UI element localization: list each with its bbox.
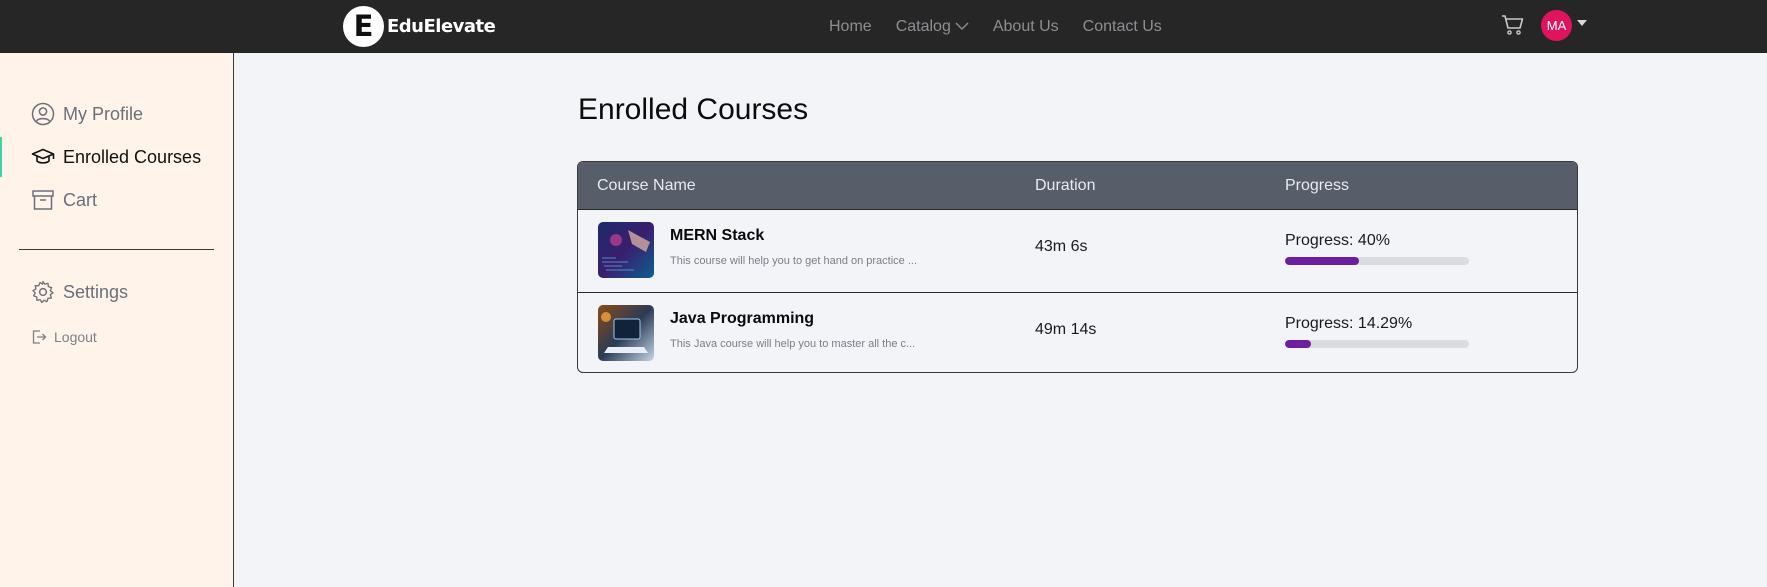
sidebar-item-label: Cart xyxy=(63,189,98,210)
course-name[interactable]: MERN Stack xyxy=(670,227,764,245)
brand-logo[interactable]: E EduElevate xyxy=(343,5,496,47)
caret-down-icon[interactable] xyxy=(1577,20,1587,26)
gear-icon xyxy=(31,280,55,304)
nav-about-link[interactable]: About Us xyxy=(993,18,1059,36)
nav-links: Home Catalog About Us Contact Us xyxy=(829,0,1186,53)
nav-catalog-label: Catalog xyxy=(895,17,951,35)
sidebar: My Profile Enrolled Courses Cart Setting… xyxy=(0,53,234,587)
user-avatar[interactable]: MA xyxy=(1541,10,1572,41)
course-description: This Java course will help you to master… xyxy=(670,338,916,350)
progress-label: Progress: 14.29% xyxy=(1285,315,1413,332)
sidebar-item-cart[interactable]: Cart xyxy=(0,180,233,220)
course-name[interactable]: Java Programming xyxy=(670,310,814,328)
sidebar-divider xyxy=(19,249,214,250)
user-circle-icon xyxy=(31,102,55,126)
logout-button[interactable]: Logout xyxy=(31,325,97,349)
progress-label: Progress: 40% xyxy=(1285,232,1390,249)
graduation-cap-icon xyxy=(31,145,55,169)
enrolled-courses-table: Course Name Duration Progress MERN Stack… xyxy=(577,161,1578,373)
logout-icon xyxy=(32,330,47,344)
course-thumbnail[interactable] xyxy=(598,222,654,278)
table-header: Course Name Duration Progress xyxy=(578,162,1577,210)
sidebar-item-label: Settings xyxy=(63,281,129,302)
progress-bar xyxy=(1285,257,1469,265)
sidebar-item-my-profile[interactable]: My Profile xyxy=(0,94,233,134)
course-duration: 49m 14s xyxy=(1035,321,1097,338)
top-navbar: E EduElevate Home Catalog About Us Conta… xyxy=(0,0,1767,53)
archive-box-icon xyxy=(31,188,55,212)
course-thumbnail[interactable] xyxy=(598,305,654,361)
progress-bar xyxy=(1285,340,1469,348)
course-duration: 43m 6s xyxy=(1035,238,1088,255)
chevron-down-icon xyxy=(955,22,969,30)
nav-catalog-link[interactable]: Catalog xyxy=(896,18,969,36)
course-description: This course will help you to get hand on… xyxy=(670,255,918,267)
progress-bar-fill xyxy=(1285,257,1359,265)
brand-name: EduElevate xyxy=(387,15,496,37)
nav-home-link[interactable]: Home xyxy=(829,18,872,36)
column-header-course-name: Course Name xyxy=(597,177,696,194)
cart-icon[interactable] xyxy=(1501,13,1525,37)
sidebar-item-enrolled-courses[interactable]: Enrolled Courses xyxy=(0,137,233,177)
sidebar-item-settings[interactable]: Settings xyxy=(0,272,233,312)
sidebar-item-label: My Profile xyxy=(63,103,144,124)
page-title: Enrolled Courses xyxy=(578,93,809,126)
logout-label: Logout xyxy=(54,329,97,345)
column-header-duration: Duration xyxy=(1035,177,1096,194)
logo-mark: E xyxy=(343,5,384,47)
table-row[interactable]: Java Programming This Java course will h… xyxy=(578,292,1577,372)
column-header-progress: Progress xyxy=(1285,177,1350,194)
progress-bar-fill xyxy=(1285,340,1312,348)
nav-contact-link[interactable]: Contact Us xyxy=(1083,18,1162,36)
table-row[interactable]: MERN Stack This course will help you to … xyxy=(578,210,1577,292)
sidebar-item-label: Enrolled Courses xyxy=(63,146,202,167)
